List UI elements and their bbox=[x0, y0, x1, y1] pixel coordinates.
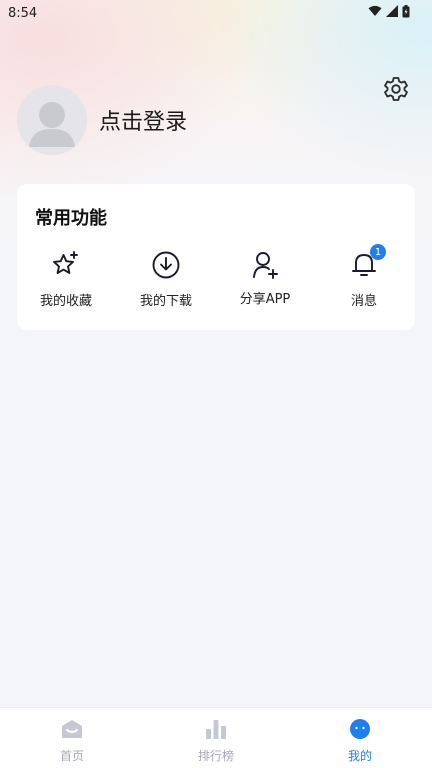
gear-icon bbox=[382, 75, 410, 107]
profile-face-icon bbox=[349, 719, 371, 743]
settings-button[interactable] bbox=[381, 76, 411, 106]
messages-label: 消息 bbox=[350, 294, 377, 309]
common-functions-card: 常用功能 我的收藏 我的下载 分享APP 1 消息 bbox=[17, 184, 415, 330]
bar-chart-icon bbox=[205, 719, 227, 743]
downloads-label: 我的下载 bbox=[139, 294, 192, 309]
login-prompt[interactable]: 点击登录 bbox=[99, 104, 187, 136]
message-count-badge: 1 bbox=[370, 244, 386, 260]
status-time: 8:54 bbox=[8, 5, 38, 21]
function-row: 我的收藏 我的下载 分享APP 1 消息 bbox=[17, 244, 415, 318]
downloads-button[interactable]: 我的下载 bbox=[121, 248, 211, 318]
share-app-button[interactable]: 分享APP bbox=[220, 248, 310, 318]
star-sparkle-icon bbox=[49, 248, 83, 282]
messages-button[interactable]: 1 消息 bbox=[319, 244, 409, 318]
status-icons bbox=[368, 4, 410, 22]
bell-icon: 1 bbox=[347, 244, 386, 282]
home-icon bbox=[61, 719, 83, 743]
add-user-icon bbox=[248, 248, 282, 282]
tab-ranking[interactable]: 排行榜 bbox=[166, 708, 266, 768]
battery-icon bbox=[402, 4, 410, 22]
cellular-signal-icon bbox=[386, 5, 398, 21]
status-bar: 8:54 bbox=[0, 0, 432, 26]
card-title: 常用功能 bbox=[35, 208, 107, 229]
tab-home[interactable]: 首页 bbox=[22, 708, 122, 768]
favorites-label: 我的收藏 bbox=[39, 294, 92, 309]
avatar[interactable] bbox=[17, 85, 87, 155]
bottom-tab-bar: 首页 排行榜 我的 bbox=[0, 707, 432, 768]
tab-home-label: 首页 bbox=[59, 749, 84, 763]
tab-mine-label: 我的 bbox=[347, 749, 372, 763]
favorites-button[interactable]: 我的收藏 bbox=[21, 248, 111, 318]
tab-ranking-label: 排行榜 bbox=[197, 749, 234, 763]
tab-mine[interactable]: 我的 bbox=[310, 708, 410, 768]
download-icon bbox=[149, 248, 183, 282]
login-area[interactable]: 点击登录 bbox=[17, 85, 187, 155]
default-avatar-icon bbox=[29, 102, 75, 147]
wifi-icon bbox=[368, 5, 382, 21]
share-app-label: 分享APP bbox=[239, 292, 291, 307]
